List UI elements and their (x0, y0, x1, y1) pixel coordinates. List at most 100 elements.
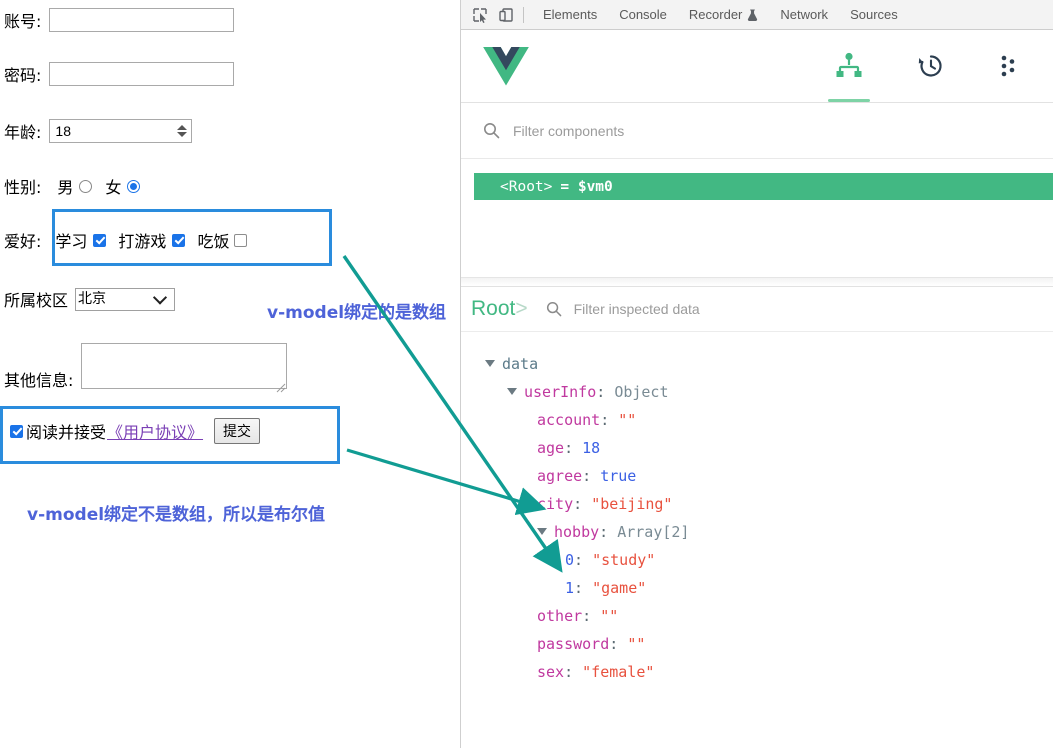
data-prop-row[interactable]: sex: "female" (485, 658, 1053, 686)
components-tree-icon[interactable] (826, 30, 872, 102)
data-prop-row[interactable]: 0: "study" (485, 546, 1053, 574)
agree-checkbox[interactable] (10, 424, 23, 438)
data-prop-key: sex (537, 663, 565, 681)
sex-male-radio[interactable] (79, 179, 93, 193)
data-prop-row[interactable]: 1: "game" (485, 574, 1053, 602)
campus-row: 所属校区 北京 (4, 287, 176, 311)
sex-female-radio[interactable] (127, 179, 141, 193)
hobby-label: 爱好: (4, 232, 42, 251)
data-prop-row[interactable]: password: "" (485, 630, 1053, 658)
data-prop-value: true (600, 467, 637, 485)
data-prop-colon: : (582, 607, 601, 625)
data-prop-value: "game" (592, 579, 647, 597)
hobby-eat-checkbox[interactable] (234, 233, 248, 247)
component-tree-area: <Root> = $vm0 (461, 159, 1053, 277)
other-textarea[interactable] (81, 343, 288, 389)
data-prop-row[interactable]: agree: true (485, 462, 1053, 490)
userinfo-row[interactable]: userInfo: Object (485, 378, 1053, 406)
root-tag: <Root> (500, 178, 553, 195)
data-prop-colon: : (564, 439, 583, 457)
sex-label: 性别: (4, 178, 42, 197)
account-input[interactable] (49, 8, 235, 32)
panel-splitter[interactable] (461, 277, 1053, 287)
data-prop-key: hobby (554, 523, 600, 541)
root-vm: = $vm0 (560, 178, 613, 195)
inspect-element-icon[interactable] (467, 3, 493, 27)
data-prop-colon: : (609, 635, 628, 653)
timeline-history-icon[interactable] (908, 30, 954, 102)
devtools-tabbar: Elements Console Recorder Network Source… (461, 0, 1053, 30)
data-prop-colon: : (582, 467, 601, 485)
data-prop-row[interactable]: age: 18 (485, 434, 1053, 462)
data-prop-colon: : (574, 579, 593, 597)
filter-components-row[interactable]: Filter components (461, 103, 1053, 159)
inspected-data-tree: data userInfo: Object account: "" age: 18… (461, 332, 1053, 686)
caret-down-icon[interactable] (485, 360, 495, 367)
caret-down-icon[interactable] (507, 388, 517, 395)
account-label: 账号: (4, 12, 42, 31)
filter-inspected-input[interactable]: Filter inspected data (574, 301, 700, 317)
devtools-pane: Elements Console Recorder Network Source… (460, 0, 1053, 748)
data-prop-colon: : (600, 411, 619, 429)
password-row: 密码: (4, 62, 235, 86)
data-prop-value: "" (618, 411, 637, 429)
account-row: 账号: (4, 8, 235, 32)
hobby-game-label: 打游戏 (118, 232, 167, 251)
submit-button[interactable]: 提交 (214, 418, 261, 444)
other-label: 其他信息: (4, 371, 74, 390)
number-spinner-icon[interactable] (177, 123, 188, 139)
data-prop-key: password (537, 635, 610, 653)
flask-icon (748, 9, 758, 21)
age-value: 18 (55, 123, 71, 139)
data-prop-row[interactable]: account: "" (485, 406, 1053, 434)
data-group-row[interactable]: data (485, 350, 1053, 378)
data-prop-row[interactable]: city: "beijing" (485, 490, 1053, 518)
sex-female-label: 女 (105, 178, 122, 197)
user-agreement-link[interactable]: 《用户协议》 (107, 419, 203, 443)
sex-male-label: 男 (57, 178, 74, 197)
data-prop-colon: : (599, 523, 618, 541)
vue-logo-icon (483, 46, 529, 86)
data-prop-colon: : (573, 495, 592, 513)
search-icon (484, 123, 500, 139)
data-prop-row[interactable]: other: "" (485, 602, 1053, 630)
age-label: 年龄: (4, 123, 42, 142)
data-prop-key: city (537, 495, 574, 513)
filter-components-input[interactable]: Filter components (513, 123, 624, 139)
data-prop-key: account (537, 411, 601, 429)
hobby-game-checkbox[interactable] (172, 233, 186, 247)
data-prop-key: age (537, 439, 565, 457)
data-prop-key: 0 (565, 551, 575, 569)
tab-network[interactable]: Network (769, 1, 839, 29)
data-prop-value: "" (627, 635, 646, 653)
data-prop-value: "beijing" (591, 495, 673, 513)
more-dots-icon[interactable] (990, 30, 1036, 102)
password-input[interactable] (49, 62, 235, 86)
tab-sources[interactable]: Sources (839, 1, 909, 29)
hobby-annotation: v-model绑定的是数组 (267, 303, 447, 323)
tab-console[interactable]: Console (608, 1, 678, 29)
device-toolbar-icon[interactable] (493, 3, 519, 27)
sex-row: 性别: 男 女 (4, 174, 141, 198)
caret-down-icon[interactable] (537, 528, 547, 535)
data-prop-colon: : (574, 551, 593, 569)
data-prop-value: "" (600, 607, 619, 625)
inspected-root-breadcrumb[interactable]: Root> (471, 297, 528, 321)
data-prop-key: other (537, 607, 583, 625)
search-icon (546, 301, 561, 317)
tab-recorder[interactable]: Recorder (678, 1, 769, 29)
tab-elements[interactable]: Elements (532, 1, 608, 29)
data-prop-row[interactable]: hobby: Array[2] (485, 518, 1053, 546)
inspected-component-header: Root> Filter inspected data (461, 287, 1053, 332)
hobby-study-checkbox[interactable] (93, 233, 107, 247)
data-prop-key: agree (537, 467, 583, 485)
web-page-pane: 账号: 密码: 年龄: 18 性别: 男 女 爱好: 学习 打游戏 吃饭 所属校… (0, 0, 459, 748)
age-input[interactable]: 18 (49, 119, 193, 143)
agree-row: 阅读并接受 《用户协议》 提交 (10, 418, 261, 444)
campus-select[interactable]: 北京 (75, 287, 176, 311)
component-tree-root-row[interactable]: <Root> = $vm0 (474, 173, 1053, 200)
data-prop-value: "female" (582, 663, 655, 681)
agree-text: 阅读并接受 (26, 423, 107, 442)
other-row: 其他信息: (4, 343, 288, 394)
agree-annotation: v-model绑定不是数组，所以是布尔值 (27, 505, 326, 525)
